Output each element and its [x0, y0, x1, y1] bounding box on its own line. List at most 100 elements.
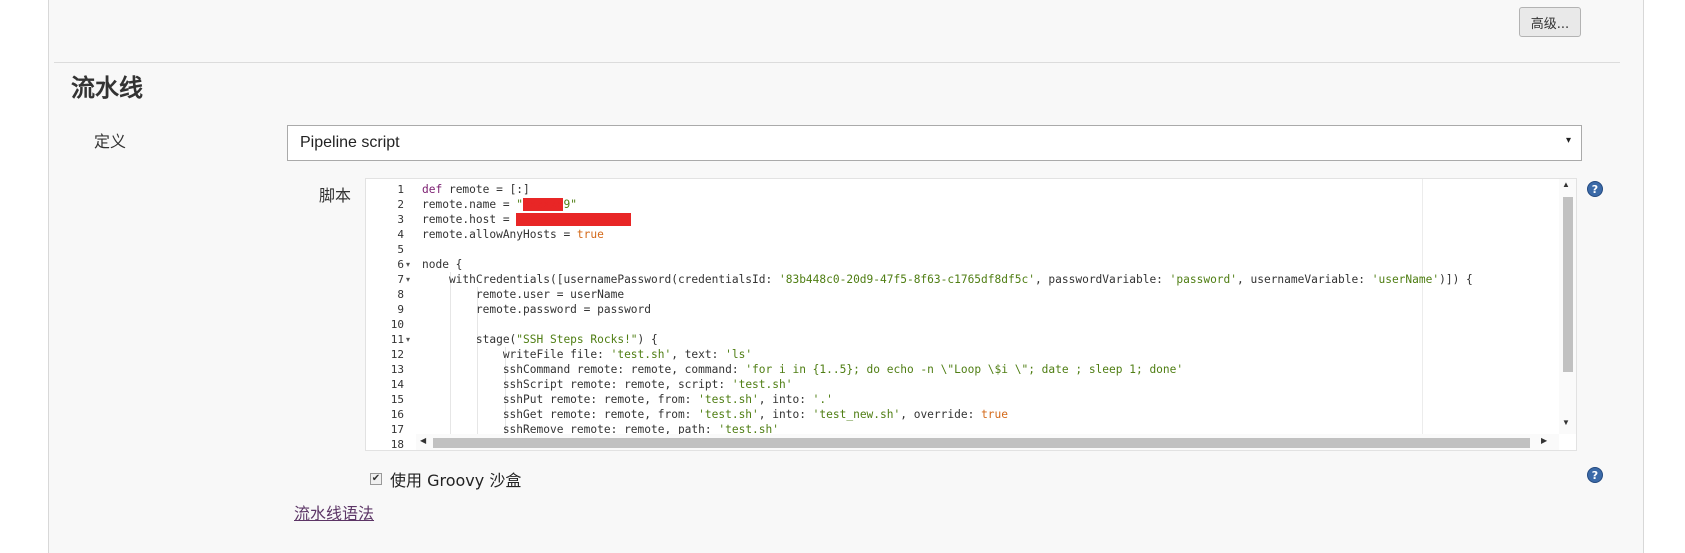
script-label: 脚本 — [319, 186, 352, 205]
horizontal-scroll-thumb[interactable] — [433, 438, 1530, 448]
fold-toggle-icon[interactable]: ▾ — [406, 332, 410, 347]
line-number: 6 — [397, 258, 404, 271]
code-token: sshPut remote: remote, from: — [422, 393, 699, 406]
code-token: sshScript remote: remote, script: — [422, 378, 732, 391]
code-token: true — [576, 228, 604, 241]
fold-toggle-icon[interactable]: ▾ — [406, 272, 410, 287]
code-token: stage( — [422, 333, 517, 346]
line-number: 18 — [390, 438, 404, 451]
line-number: 14 — [390, 378, 404, 391]
code-token: 'ls' — [725, 348, 753, 361]
code-line: remote.host = 'xxxxxxxxxxxxxxx' — [422, 212, 631, 227]
advanced-button[interactable]: 高级... — [1519, 7, 1581, 37]
horizontal-scrollbar[interactable]: ◀ ▶ — [416, 434, 1559, 450]
code-line: remote.password = password — [422, 302, 651, 317]
code-token: 'test.sh' — [718, 423, 779, 434]
scroll-right-icon[interactable]: ▶ — [1541, 436, 1547, 445]
code-token: remote.allowAnyHosts = — [422, 228, 577, 241]
code-line: writeFile file: 'test.sh', text: 'ls' — [422, 347, 752, 362]
code-token: 'test.sh' — [698, 393, 759, 406]
vertical-scroll-thumb[interactable] — [1563, 197, 1573, 372]
code-token: , into: — [758, 393, 813, 406]
line-number: 13 — [390, 363, 404, 376]
line-number: 1 — [397, 183, 404, 196]
code-token: , passwordVariable: — [1034, 273, 1170, 286]
code-token: remote.password = password — [422, 303, 652, 316]
line-number: 7 — [397, 273, 404, 286]
code-token: remote = [:] — [442, 183, 530, 196]
code-line: sshScript remote: remote, script: 'test.… — [422, 377, 793, 392]
code-token: )]) { — [1439, 273, 1473, 286]
groovy-sandbox-label: 使用 Groovy 沙盒 — [390, 471, 522, 490]
code-token: def — [422, 183, 443, 196]
dropdown-arrow-icon: ▾ — [1565, 135, 1571, 146]
code-token: 'test.sh' — [610, 348, 672, 361]
code-token: , usernameVariable: — [1237, 273, 1372, 286]
line-number: 15 — [390, 393, 404, 406]
code-line: withCredentials([usernamePassword(creden… — [422, 272, 1473, 287]
code-line: stage("SSH Steps Rocks!") { — [422, 332, 658, 347]
line-number: 17 — [390, 423, 404, 436]
definition-selected-value: Pipeline script — [300, 134, 400, 151]
redacted-text: 'xxxxxxxxxxxxxxx' — [516, 213, 631, 226]
code-token: , override: — [900, 408, 982, 421]
code-token: 'test_new.sh' — [812, 408, 901, 421]
code-token: remote.user = userName — [422, 288, 625, 301]
sandbox-help-icon[interactable]: ? — [1587, 467, 1603, 483]
vertical-scrollbar[interactable]: ▲ ▼ — [1559, 179, 1576, 434]
groovy-sandbox-checkbox[interactable]: ✔ — [370, 473, 382, 485]
code-token: 'test.sh' — [698, 408, 759, 421]
code-token: 'for i in {1..5}; do echo -n \"Loop \$i … — [745, 363, 1184, 376]
code-token: 'password' — [1169, 273, 1238, 286]
code-line: remote.user = userName — [422, 287, 624, 302]
code-token: writeFile file: — [422, 348, 611, 361]
script-help-icon[interactable]: ? — [1587, 181, 1603, 197]
print-margin-line — [1422, 179, 1423, 434]
line-number: 5 — [397, 243, 404, 256]
code-line: sshRemove remote: remote, path: 'test.sh… — [422, 422, 779, 434]
script-editor[interactable]: 1 2 3 4 5 6 ▾ 7 ▾ 8 9 10 11 ▾ 12 13 14 15 16 17 18 def remot… — [365, 178, 1577, 451]
code-token: '83b448c0-20d9-47f5-8f63-c1765df8df5c' — [778, 273, 1035, 286]
code-line: sshCommand remote: remote, command: 'for… — [422, 362, 1183, 377]
fold-toggle-icon[interactable]: ▾ — [406, 257, 410, 272]
line-number: 10 — [390, 318, 404, 331]
scroll-up-icon[interactable]: ▲ — [1562, 180, 1570, 189]
code-token: , into: — [758, 408, 813, 421]
redacted-text: xxxxxx — [523, 198, 564, 211]
code-line: node { — [422, 257, 462, 272]
definition-label: 定义 — [94, 132, 127, 151]
scroll-down-icon[interactable]: ▼ — [1562, 418, 1570, 427]
code-token: 9" — [563, 198, 577, 211]
line-number: 4 — [397, 228, 404, 241]
code-token: sshCommand remote: remote, command: — [422, 363, 746, 376]
line-number: 9 — [397, 303, 404, 316]
line-number: 8 — [397, 288, 404, 301]
code-token: '.' — [812, 393, 833, 406]
code-line: remote.allowAnyHosts = true — [422, 227, 604, 242]
code-token: 'userName' — [1371, 273, 1440, 286]
code-line: sshPut remote: remote, from: 'test.sh', … — [422, 392, 833, 407]
code-token: withCredentials([usernamePassword(creden… — [422, 273, 779, 286]
line-number: 3 — [397, 213, 404, 226]
code-token: remote.host = — [422, 213, 517, 226]
code-line: remote.name = "xxxxxx9" — [422, 197, 577, 212]
pipeline-syntax-link[interactable]: 流水线语法 — [294, 500, 374, 524]
code-token: sshRemove remote: remote, path: — [422, 423, 719, 434]
code-token: remote.name = — [422, 198, 517, 211]
code-line: sshGet remote: remote, from: 'test.sh', … — [422, 407, 1008, 422]
code-token: true — [981, 408, 1009, 421]
code-token: "SSH Steps Rocks!" — [516, 333, 638, 346]
scroll-left-icon[interactable]: ◀ — [420, 436, 426, 445]
definition-select[interactable]: Pipeline script ▾ — [287, 125, 1582, 161]
line-number-gutter: 1 2 3 4 5 6 ▾ 7 ▾ 8 9 10 11 ▾ 12 13 14 15 16 17 18 — [366, 179, 416, 451]
line-number: 16 — [390, 408, 404, 421]
line-number: 2 — [397, 198, 404, 211]
code-token: node { — [422, 258, 463, 271]
code-token: , text: — [671, 348, 726, 361]
code-token: ) { — [637, 333, 658, 346]
line-number: 11 — [390, 333, 404, 346]
section-divider — [54, 62, 1620, 63]
code-token: 'test.sh' — [731, 378, 793, 391]
code-area[interactable]: def remote = [:] remote.name = "xxxxxx9" r… — [416, 179, 1559, 434]
line-number: 12 — [390, 348, 404, 361]
